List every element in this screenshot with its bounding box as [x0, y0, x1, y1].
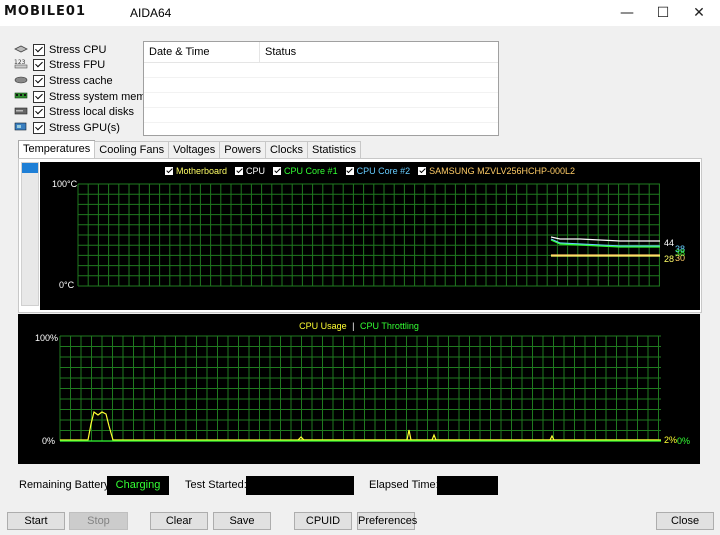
- tab-cooling-fans[interactable]: Cooling Fans: [94, 141, 170, 158]
- stress-option-label: Stress CPU: [49, 43, 107, 56]
- save-button[interactable]: Save: [213, 512, 271, 530]
- elapsed-time-label: Elapsed Time:: [369, 479, 439, 491]
- tab-temperatures[interactable]: Temperatures: [18, 140, 96, 158]
- stress-checkbox[interactable]: [33, 74, 45, 87]
- stop-button[interactable]: Stop: [69, 512, 128, 530]
- close-button[interactable]: Close: [656, 512, 714, 530]
- tab-powers[interactable]: Powers: [219, 141, 266, 158]
- stress-option[interactable]: Stress cache: [14, 73, 161, 89]
- cpuid-button[interactable]: CPUID: [294, 512, 352, 530]
- stress-option-label: Stress GPU(s): [49, 121, 120, 134]
- elapsed-time-value: [437, 476, 498, 495]
- memory-icon: [14, 90, 33, 104]
- temp-plot: [77, 183, 660, 287]
- test-started-label: Test Started:: [185, 479, 247, 491]
- preferences-button[interactable]: Preferences: [357, 512, 417, 530]
- stress-checkbox[interactable]: [33, 106, 45, 119]
- cache-icon: [14, 74, 33, 88]
- window-close-button[interactable]: ✕: [676, 0, 720, 26]
- window-title: AIDA64: [130, 6, 172, 20]
- stress-options: Stress CPU 123 Stress FPU Stress cache Stres…: [14, 42, 161, 136]
- stress-checkbox[interactable]: [33, 90, 45, 103]
- cpu-usage-graph: CPU Usage | CPU Throttling 100% 0% 2% 0%: [18, 314, 700, 464]
- stress-checkbox[interactable]: [33, 43, 45, 56]
- stress-option[interactable]: Stress CPU: [14, 42, 161, 58]
- tab-clocks[interactable]: Clocks: [264, 141, 308, 158]
- cpu-icon: [14, 43, 33, 57]
- tab-statistics[interactable]: Statistics: [307, 141, 362, 158]
- log-header: Date & Time Status: [144, 42, 498, 63]
- battery-label: Remaining Battery:: [19, 479, 113, 491]
- watermark-logo: MOBILE01: [4, 4, 86, 19]
- trace-cpu-usage: [60, 410, 658, 441]
- stress-option-label: Stress cache: [49, 74, 113, 87]
- tab-strip: Temperatures Cooling Fans Voltages Powers Cl…: [18, 140, 362, 158]
- temp-value-motherboard: 28: [664, 254, 675, 264]
- sensor-list-selection[interactable]: [22, 163, 38, 173]
- col-status[interactable]: Status: [260, 42, 495, 62]
- stress-checkbox[interactable]: [33, 59, 45, 72]
- col-datetime[interactable]: Date & Time: [144, 42, 260, 62]
- gpu-icon: [14, 121, 33, 135]
- sensor-list[interactable]: [21, 162, 39, 306]
- battery-value: Charging: [107, 476, 169, 495]
- stress-checkbox[interactable]: [33, 121, 45, 134]
- usage-value: 2%: [664, 435, 678, 445]
- start-button[interactable]: Start: [7, 512, 65, 530]
- stress-option[interactable]: 123 Stress FPU: [14, 58, 161, 74]
- fpu-icon: 123: [14, 58, 33, 72]
- throttle-value: 0%: [677, 436, 691, 446]
- temp-value-cpu: 44: [664, 238, 675, 248]
- test-started-value: [246, 476, 354, 495]
- temperature-graph: Motherboard CPU CPU Core #1 CPU Core #2 SAMS…: [40, 162, 700, 310]
- disk-icon: [14, 105, 33, 119]
- log-table[interactable]: Date & Time Status: [143, 41, 499, 138]
- stress-option[interactable]: Stress GPU(s): [14, 120, 161, 136]
- stress-option[interactable]: Stress system memory: [14, 89, 161, 105]
- stress-option-label: Stress FPU: [49, 59, 106, 72]
- clear-button[interactable]: Clear: [150, 512, 208, 530]
- temp-value-ssd: 30: [675, 253, 686, 263]
- tab-voltages[interactable]: Voltages: [168, 141, 221, 158]
- title-bar: MOBILE01 AIDA64 — ☐ ✕: [0, 0, 720, 26]
- stress-option-label: Stress local disks: [49, 106, 134, 119]
- usage-plot: [59, 335, 661, 442]
- stress-option[interactable]: Stress local disks: [14, 104, 161, 120]
